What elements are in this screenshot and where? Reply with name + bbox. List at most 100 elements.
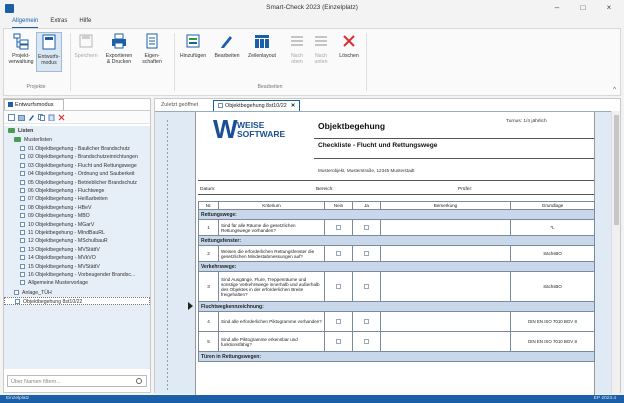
zeilenlayout-button[interactable]: Zeilenlayout (246, 32, 278, 59)
minimize-button[interactable]: – (546, 2, 568, 14)
nach-oben-button[interactable]: Nach oben (286, 32, 308, 65)
ja-checkbox[interactable] (352, 331, 381, 352)
nein-checkbox[interactable] (324, 311, 353, 332)
remark-cell[interactable] (380, 331, 511, 352)
logo-w-mark: W (213, 114, 238, 144)
nein-checkbox[interactable] (324, 331, 353, 352)
remark-cell[interactable] (380, 245, 511, 262)
remark-cell[interactable] (380, 311, 511, 332)
table-row[interactable]: 5 Sind alle Piktogramme erkennbar und fun… (198, 331, 595, 352)
scrollbar-thumb[interactable] (614, 115, 619, 225)
remark-cell[interactable] (380, 271, 511, 302)
tab-objektbegehung[interactable]: Objektbegehung 8st10/22 ✕ (213, 100, 301, 111)
bearbeiten-button[interactable]: Bearbeiten (212, 32, 242, 59)
checkbox[interactable] (364, 224, 369, 230)
tree-item-list[interactable]: 06 Objektbegehung - Fluchtwege (4, 187, 150, 195)
tree-root-listen[interactable]: Listen (4, 127, 150, 135)
datum-label[interactable]: Datum: (200, 187, 215, 192)
tree-item-label: 02 Objektbegehung - Brandschutzeinrichtu… (28, 154, 138, 161)
delete-icon[interactable] (58, 114, 65, 121)
tree-item-list[interactable]: 13 Objektbegehung - MVStättV (4, 246, 150, 254)
entwurfsmodus-tab[interactable]: Entwurfsmodus (4, 99, 64, 110)
exportieren-button[interactable]: Exportieren & Drucken (102, 32, 136, 65)
checkbox[interactable] (364, 338, 369, 344)
table-row[interactable]: 4 Sind alle erforderlichen Piktogramme vo… (198, 311, 595, 332)
tree-item-list[interactable]: 01 Objektbegehung - Baulicher Brandschut… (4, 145, 150, 153)
table-row[interactable]: 3 Sind Ausgänge, Flure, Treppenräume und … (198, 271, 595, 302)
section-row[interactable]: Rettungsfenster: (198, 235, 595, 246)
copy-icon[interactable] (38, 114, 45, 121)
tree-item-list[interactable]: 07 Objektbegehung - Heißarbeiten (4, 195, 150, 203)
remark-cell[interactable] (380, 219, 511, 236)
section-row[interactable]: Verkehrswege: (198, 261, 595, 272)
tree-item-list[interactable]: 08 Objektbegehung - HBeV (4, 204, 150, 212)
checkbox[interactable] (364, 250, 369, 256)
draft-mode-icon (40, 33, 58, 51)
search-icon[interactable] (136, 378, 142, 384)
tab-close-icon[interactable]: ✕ (291, 103, 296, 109)
paste-icon[interactable] (48, 114, 55, 121)
new-folder-icon[interactable] (18, 114, 25, 121)
pruefer-label[interactable]: Prüfer: (458, 187, 472, 192)
edit-icon[interactable] (28, 114, 35, 121)
close-button[interactable]: × (598, 2, 620, 14)
checkbox[interactable] (336, 283, 341, 289)
tree-item-list[interactable]: 15 Objektbegehung - MVStättV (4, 263, 150, 271)
vertical-scrollbar[interactable] (611, 111, 620, 394)
nein-checkbox[interactable] (324, 271, 353, 302)
checkbox[interactable] (364, 283, 369, 289)
tree-item-list[interactable]: 16 Objektbegehung - Vorbeugender Brandsc… (4, 271, 150, 279)
ja-checkbox[interactable] (352, 219, 381, 236)
tree-item-list[interactable]: 09 Objektbegehung - MBO (4, 212, 150, 220)
checkbox[interactable] (336, 318, 341, 324)
menu-allgemein[interactable]: Allgemein (12, 17, 39, 28)
hinzufuegen-button[interactable]: Hinzufügen (178, 32, 208, 59)
tree-folder-musterlisten[interactable]: Musterlisten (4, 136, 150, 144)
new-list-icon[interactable] (8, 114, 15, 121)
maximize-button[interactable]: □ (572, 2, 594, 14)
ja-checkbox[interactable] (352, 245, 381, 262)
address-field[interactable]: Musterobjekt, Musterstraße, 12345 Muster… (318, 168, 415, 173)
tree-item-list[interactable]: 04 Objektbegehung - Ordnung und Sauberke… (4, 170, 150, 178)
ja-checkbox[interactable] (352, 311, 381, 332)
table-row[interactable]: 1 Sind für alle Räume die gesetzlichen Re… (198, 219, 595, 236)
menu-extras[interactable]: Extras (50, 17, 67, 28)
loeschen-button[interactable]: Löschen (336, 32, 362, 59)
turnus-field[interactable]: Turnus: 1/4 jährlich (506, 119, 547, 124)
ja-checkbox[interactable] (352, 271, 381, 302)
section-row[interactable]: Türen in Rettungswegen: (198, 351, 595, 362)
eigenschaften-button[interactable]: Eigen- schaften (138, 32, 166, 65)
table-row[interactable]: 2 Weisen die erforderlichen Rettungsfenst… (198, 245, 595, 262)
speichern-button[interactable]: Speichern (72, 32, 100, 59)
tree-item-list[interactable]: 11 Objektbegehung - MIndBauRL (4, 229, 150, 237)
tab-zuletzt-geoeffnet[interactable]: Zuletzt geöffnet (157, 100, 202, 111)
checkbox[interactable] (364, 318, 369, 324)
tree-item-list[interactable]: Allgemeine Mustervorlage (4, 279, 150, 287)
checkbox[interactable] (336, 224, 341, 230)
collapse-ribbon-icon[interactable]: ^ (613, 87, 616, 93)
tree-item-list[interactable]: 02 Objektbegehung - Brandschutzeinrichtu… (4, 153, 150, 161)
bereich-label[interactable]: Bereich: (316, 187, 334, 192)
menu-hilfe[interactable]: Hilfe (79, 17, 91, 28)
projektverwaltung-button[interactable]: Projekt- verwaltung (8, 32, 34, 65)
tree-item-list[interactable]: 05 Objektbegehung - Betrieblicher Brands… (4, 179, 150, 187)
tree-item-objektbegehung-selected[interactable]: Objektbegehung 8st10/22 (4, 297, 150, 305)
checkbox[interactable] (336, 250, 341, 256)
tree-item-list[interactable]: 03 Objektbegehung - Flucht und Rettungsw… (4, 162, 150, 170)
tree-item-anlage[interactable]: Anlage_TÜH (4, 289, 150, 297)
nein-checkbox[interactable] (324, 219, 353, 236)
tree-item-list[interactable]: 12 Objektbegehung - MSchulbauR (4, 237, 150, 245)
nach-unten-button[interactable]: Nach unten (310, 32, 332, 65)
document-title[interactable]: Objektbegehung (318, 121, 385, 131)
tree-item-label: 04 Objektbegehung - Ordnung und Sauberke… (28, 171, 135, 178)
tree-item-list[interactable]: 10 Objektbegehung - MGarV (4, 221, 150, 229)
section-row[interactable]: Rettungswege: (198, 209, 595, 220)
section-row[interactable]: Fluchtwegkennzeichnung: (198, 301, 595, 312)
checklist-subtitle[interactable]: Checkliste - Flucht und Rettungswege (318, 142, 437, 149)
checkbox[interactable] (336, 338, 341, 344)
move-up-icon (288, 32, 306, 50)
nein-checkbox[interactable] (324, 245, 353, 262)
tree-item-list[interactable]: 14 Objektbegehung - MVkVO (4, 254, 150, 262)
tree-filter-input[interactable]: Über Namen filtern... (7, 375, 147, 387)
entwurfsmodus-button[interactable]: Entwurfs- modus (36, 32, 62, 72)
